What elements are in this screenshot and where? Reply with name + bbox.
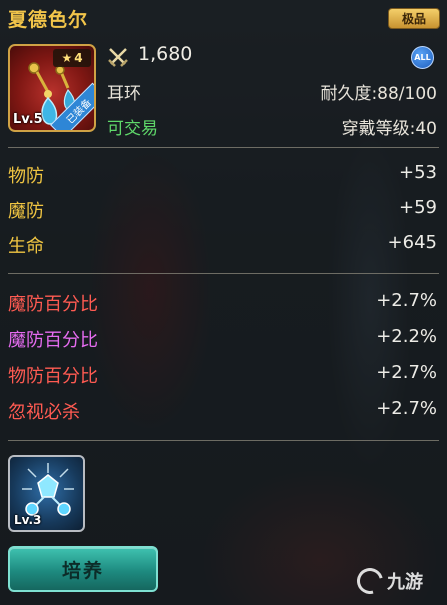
stat-value: +2.2% — [376, 326, 437, 347]
star-rating-badge: ★ 4 — [53, 49, 91, 67]
wear-level: 穿戴等级:40 — [341, 119, 437, 139]
extra-stat-row: 忽视必杀 +2.7% — [8, 398, 437, 424]
item-level: Lv.5 — [13, 112, 43, 127]
tradeable-status: 可交易 — [107, 119, 158, 139]
cultivate-button[interactable]: 培养 — [8, 546, 158, 592]
durability: 耐久度:88/100 — [320, 84, 437, 104]
crystal-gem-icon — [22, 463, 74, 516]
stat-label: 魔防 — [8, 201, 44, 222]
watermark: 九游 — [352, 563, 423, 599]
stat-value: +2.7% — [376, 362, 437, 383]
divider — [8, 440, 439, 441]
extra-stat-row: 物防百分比 +2.7% — [8, 362, 437, 388]
stat-value: +53 — [399, 162, 437, 183]
base-stat-row: 魔防 +59 — [8, 197, 437, 223]
stat-label: 物防 — [8, 166, 44, 187]
star-count: 4 — [74, 51, 83, 65]
gem-level: Lv.3 — [14, 513, 42, 527]
stat-value: +645 — [387, 232, 437, 253]
crossed-swords-icon — [108, 48, 128, 67]
base-stat-row: 物防 +53 — [8, 162, 437, 188]
stat-value: +2.7% — [376, 398, 437, 419]
quality-badge: 极品 — [388, 8, 440, 29]
all-class-badge[interactable]: ALL — [411, 46, 434, 69]
item-type: 耳环 — [107, 84, 141, 104]
stat-label: 生命 — [8, 236, 44, 257]
watermark-text: 九游 — [387, 572, 423, 593]
gem-slot[interactable]: Lv.3 — [8, 455, 85, 532]
stat-label: 物防百分比 — [8, 366, 98, 387]
star-icon: ★ — [61, 51, 73, 65]
stat-label: 魔防百分比 — [8, 294, 98, 315]
stat-label: 魔防百分比 — [8, 330, 98, 351]
combat-power: 1,680 — [138, 43, 193, 65]
stat-value: +59 — [399, 197, 437, 218]
stat-label: 忽视必杀 — [8, 402, 80, 423]
extra-stat-row: 魔防百分比 +2.7% — [8, 290, 437, 316]
watermark-logo-icon — [352, 563, 388, 599]
item-icon[interactable]: ★ 4 Lv.5 已装备 — [8, 44, 96, 132]
divider — [8, 147, 439, 148]
base-stat-row: 生命 +645 — [8, 232, 437, 258]
divider — [8, 273, 439, 274]
item-name: 夏德色尔 — [8, 9, 89, 31]
extra-stat-row: 魔防百分比 +2.2% — [8, 326, 437, 352]
stat-value: +2.7% — [376, 290, 437, 311]
